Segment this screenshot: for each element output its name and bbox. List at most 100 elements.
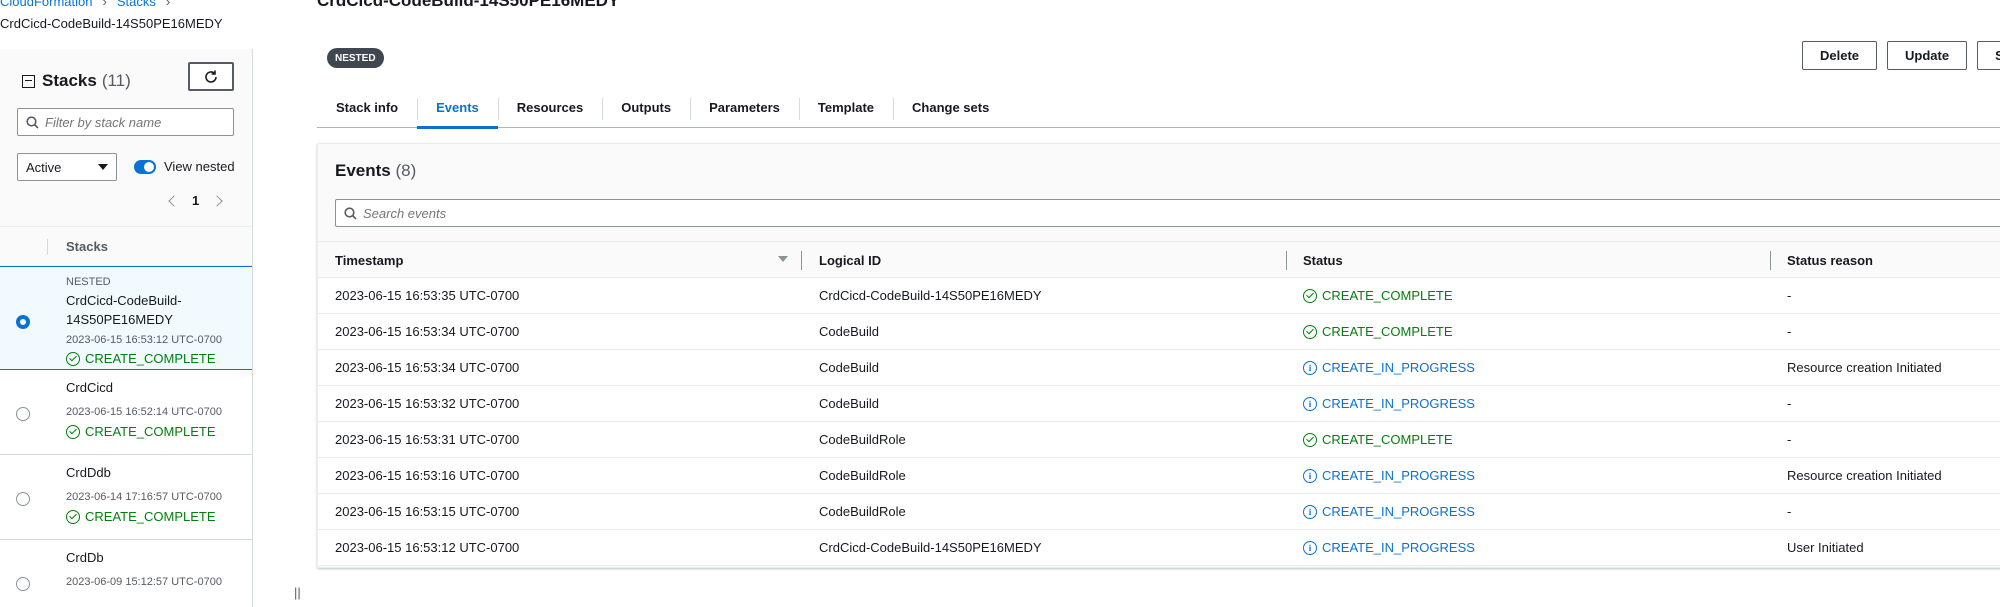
status-filter-select[interactable]: Active bbox=[17, 153, 117, 181]
breadcrumb: CloudFormation › Stacks › bbox=[0, 0, 180, 9]
events-panel: Events (8) Timestamp Logical ID Status S… bbox=[317, 143, 2000, 568]
event-timestamp: 2023-06-15 16:53:16 UTC-0700 bbox=[335, 468, 520, 483]
tab-parameters[interactable]: Parameters bbox=[690, 86, 799, 128]
event-status-reason: - bbox=[1787, 504, 1792, 519]
stacks-column-header: Stacks bbox=[66, 239, 108, 254]
stack-created-time: 2023-06-15 16:53:12 UTC-0700 bbox=[66, 334, 222, 346]
info-icon: i bbox=[1303, 468, 1317, 483]
tab-template[interactable]: Template bbox=[798, 86, 893, 128]
radio-unselected[interactable] bbox=[16, 492, 30, 506]
event-logical-id: CodeBuild bbox=[819, 324, 879, 339]
event-status: CREATE_COMPLETE bbox=[1303, 288, 1453, 303]
event-status-text: CREATE_IN_PROGRESS bbox=[1322, 468, 1475, 483]
stack-status-text: CREATE_COMPLETE bbox=[85, 424, 216, 439]
stack-list-item[interactable]: NESTED CrdCicd-CodeBuild-14S50PE16MEDY 2… bbox=[0, 266, 252, 370]
stack-list-header: Stacks bbox=[0, 226, 252, 266]
breadcrumb-current: CrdCicd-CodeBuild-14S50PE16MEDY bbox=[0, 16, 223, 31]
table-row: 2023-06-15 16:53:15 UTC-0700 CodeBuildRo… bbox=[318, 494, 2000, 530]
tab-events[interactable]: Events bbox=[417, 86, 498, 129]
column-divider bbox=[1770, 251, 1771, 270]
chevron-right-icon: › bbox=[165, 0, 171, 9]
event-status-text: CREATE_COMPLETE bbox=[1322, 432, 1453, 447]
update-button[interactable]: Update bbox=[1887, 41, 1968, 70]
chevron-right-icon[interactable] bbox=[211, 194, 223, 207]
events-title: Events bbox=[335, 161, 391, 180]
stack-filter-input[interactable] bbox=[45, 114, 225, 130]
event-status-text: CREATE_IN_PROGRESS bbox=[1322, 396, 1475, 411]
stack-filter-field[interactable] bbox=[17, 108, 234, 136]
stack-status-text: CREATE_COMPLETE bbox=[85, 351, 216, 366]
stack-status: CREATE_COMPLETE bbox=[66, 424, 216, 439]
tab-stack-info[interactable]: Stack info bbox=[317, 86, 417, 128]
chevron-right-icon: › bbox=[102, 0, 107, 9]
check-circle-icon bbox=[66, 351, 80, 366]
stack-created-time: 2023-06-14 17:16:57 UTC-0700 bbox=[66, 491, 222, 503]
caret-down-icon bbox=[98, 164, 108, 170]
event-timestamp: 2023-06-15 16:53:15 UTC-0700 bbox=[335, 504, 520, 519]
event-timestamp: 2023-06-15 16:53:12 UTC-0700 bbox=[335, 540, 520, 555]
event-timestamp: 2023-06-15 16:53:34 UTC-0700 bbox=[335, 360, 520, 375]
events-table-header: Timestamp Logical ID Status Status reaso… bbox=[318, 241, 2000, 278]
column-divider bbox=[801, 251, 802, 270]
tab-resources[interactable]: Resources bbox=[497, 86, 602, 128]
status-filter-value: Active bbox=[26, 159, 62, 175]
radio-selected[interactable] bbox=[16, 315, 30, 329]
info-icon: i bbox=[1303, 396, 1317, 411]
collapse-icon[interactable] bbox=[22, 74, 35, 88]
event-timestamp: 2023-06-15 16:53:31 UTC-0700 bbox=[335, 432, 520, 447]
event-status-reason: - bbox=[1787, 396, 1792, 411]
event-status: i CREATE_IN_PROGRESS bbox=[1303, 540, 1475, 555]
tab-change-sets[interactable]: Change sets bbox=[893, 86, 1008, 128]
column-divider bbox=[47, 239, 48, 255]
stack-created-time: 2023-06-09 15:12:57 UTC-0700 bbox=[66, 576, 222, 588]
check-circle-icon bbox=[66, 509, 80, 524]
tab-outputs[interactable]: Outputs bbox=[602, 86, 690, 128]
breadcrumb-stacks-link[interactable]: Stacks bbox=[117, 0, 156, 9]
status-reason-column-header[interactable]: Status reason bbox=[1787, 253, 1873, 268]
info-icon: i bbox=[1303, 540, 1317, 555]
sort-descending-icon[interactable] bbox=[778, 256, 788, 262]
event-logical-id: CrdCicd-CodeBuild-14S50PE16MEDY bbox=[819, 288, 1042, 303]
event-status: i CREATE_IN_PROGRESS bbox=[1303, 468, 1475, 483]
event-status: i CREATE_IN_PROGRESS bbox=[1303, 360, 1475, 375]
stack-name[interactable]: CrdCicd bbox=[66, 378, 246, 397]
table-row: 2023-06-15 16:53:32 UTC-0700 CodeBuild i… bbox=[318, 386, 2000, 422]
stack-status: CREATE_COMPLETE bbox=[66, 351, 216, 366]
event-logical-id: CodeBuild bbox=[819, 360, 879, 375]
event-status-reason: Resource creation Initiated bbox=[1787, 468, 1942, 483]
breadcrumb-cloudformation-link[interactable]: CloudFormation bbox=[0, 0, 93, 9]
event-status-text: CREATE_IN_PROGRESS bbox=[1322, 360, 1475, 375]
page-number[interactable]: 1 bbox=[192, 193, 199, 208]
events-search-input[interactable] bbox=[363, 205, 963, 221]
stack-list-item[interactable]: CrdDb 2023-06-09 15:12:57 UTC-0700 bbox=[0, 540, 252, 607]
stack-created-time: 2023-06-15 16:52:14 UTC-0700 bbox=[66, 406, 222, 418]
stack-list-item[interactable]: CrdCicd 2023-06-15 16:52:14 UTC-0700 CRE… bbox=[0, 370, 252, 455]
refresh-button[interactable] bbox=[188, 62, 234, 91]
panel-resize-handle[interactable]: || bbox=[294, 585, 301, 600]
view-nested-label: View nested bbox=[164, 159, 235, 174]
events-search-field[interactable] bbox=[335, 199, 2000, 227]
stack-actions-button[interactable]: S bbox=[1977, 41, 2000, 70]
chevron-left-icon[interactable] bbox=[168, 194, 180, 207]
event-status-reason: User Initiated bbox=[1787, 540, 1864, 555]
nested-tag: NESTED bbox=[66, 276, 111, 288]
event-status-reason: Resource creation Initiated bbox=[1787, 360, 1942, 375]
event-logical-id: CrdCicd-CodeBuild-14S50PE16MEDY bbox=[819, 540, 1042, 555]
timestamp-column-header[interactable]: Timestamp bbox=[335, 253, 403, 268]
toggle-switch[interactable] bbox=[134, 159, 156, 174]
stack-name[interactable]: CrdDb bbox=[66, 548, 246, 567]
delete-button[interactable]: Delete bbox=[1802, 41, 1878, 70]
stack-name[interactable]: CrdCicd-CodeBuild-14S50PE16MEDY bbox=[66, 291, 246, 329]
view-nested-toggle[interactable]: View nested bbox=[134, 159, 235, 174]
stack-name[interactable]: CrdDdb bbox=[66, 463, 246, 482]
event-logical-id: CodeBuildRole bbox=[819, 468, 906, 483]
radio-unselected[interactable] bbox=[16, 577, 30, 591]
events-header: Events (8) bbox=[335, 161, 416, 181]
nested-badge: NESTED bbox=[327, 48, 384, 68]
event-timestamp: 2023-06-15 16:53:32 UTC-0700 bbox=[335, 396, 520, 411]
radio-unselected[interactable] bbox=[16, 407, 30, 421]
logical-id-column-header[interactable]: Logical ID bbox=[819, 253, 881, 268]
status-column-header[interactable]: Status bbox=[1303, 253, 1343, 268]
stack-list-item[interactable]: CrdDdb 2023-06-14 17:16:57 UTC-0700 CREA… bbox=[0, 455, 252, 540]
event-status-text: CREATE_IN_PROGRESS bbox=[1322, 504, 1475, 519]
